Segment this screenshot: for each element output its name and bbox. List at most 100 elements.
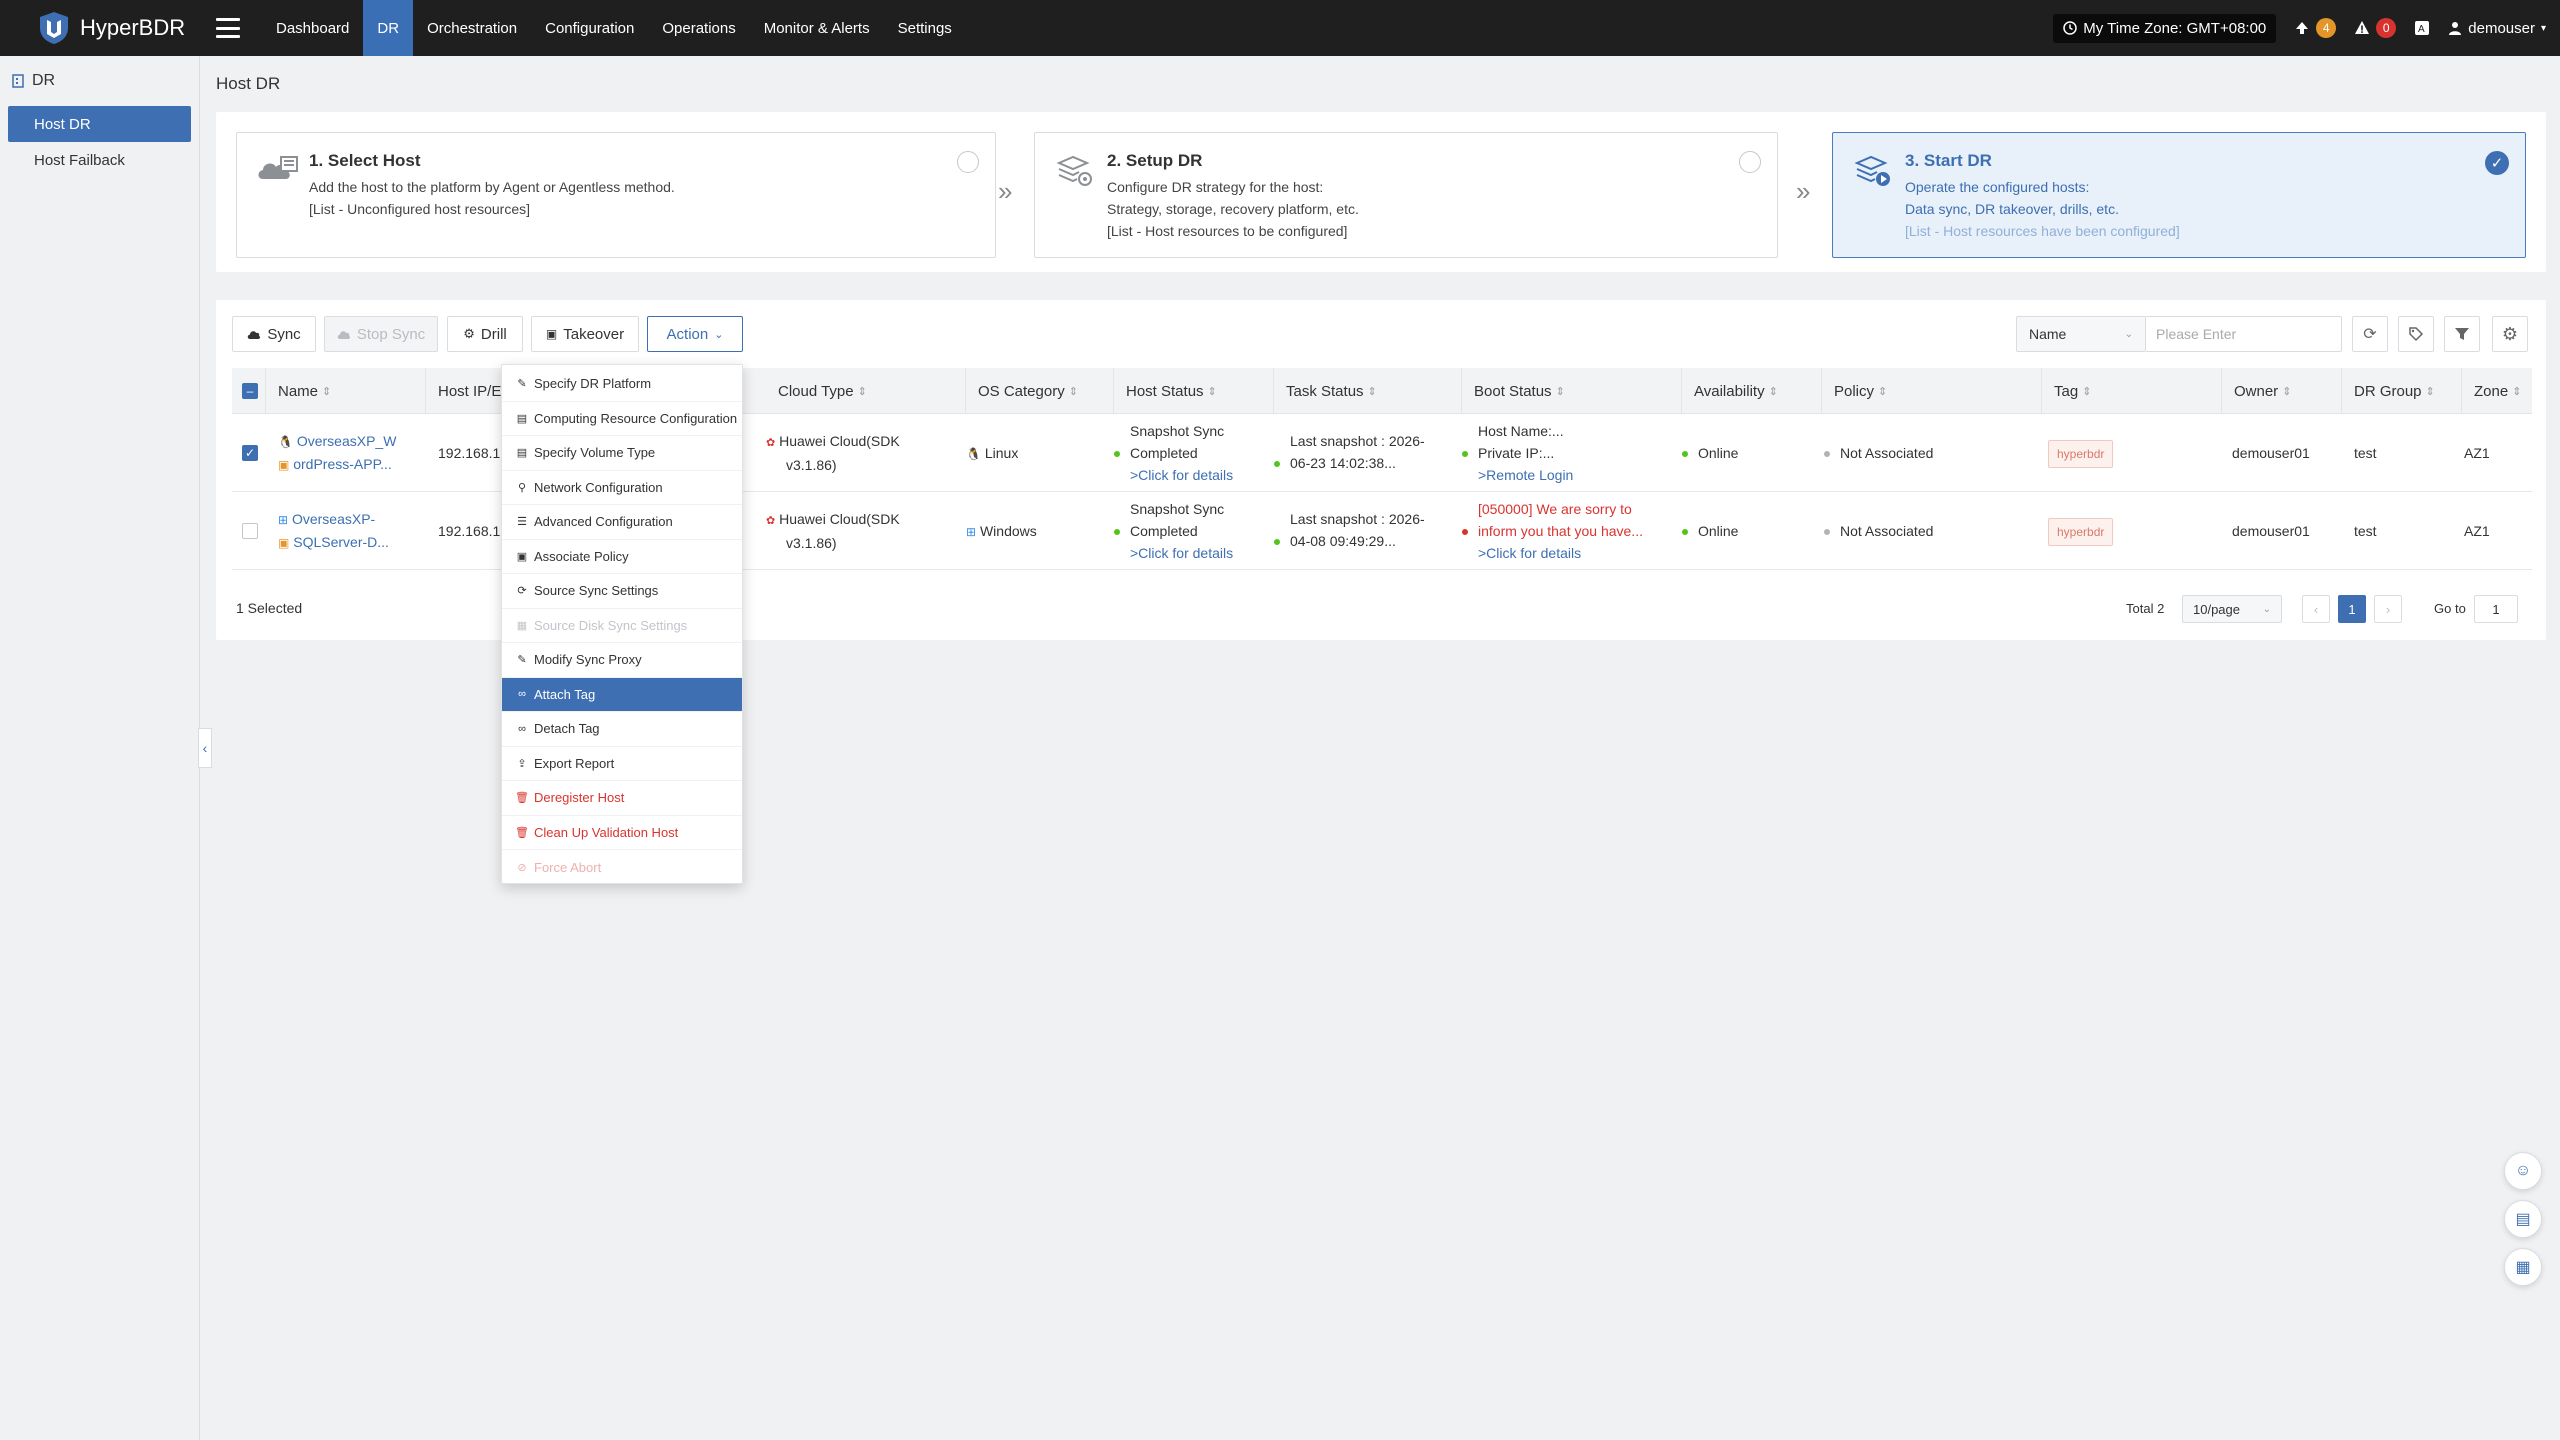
column-name[interactable]: Name ⇕ xyxy=(266,368,426,414)
app-logo[interactable]: HyperBDR xyxy=(36,10,192,46)
column-availability[interactable]: Availability ⇕ xyxy=(1682,368,1822,414)
menu-export-report[interactable]: ⇪ Export Report xyxy=(502,747,742,781)
host-name-link[interactable]: OverseasXP- xyxy=(292,511,375,527)
sync-button[interactable]: Sync xyxy=(232,316,316,352)
nav-monitor-alerts[interactable]: Monitor & Alerts xyxy=(750,0,884,56)
nav-settings[interactable]: Settings xyxy=(884,0,966,56)
timezone-display[interactable]: My Time Zone: GMT+08:00 xyxy=(2053,13,2277,43)
step-2-line-1: Configure DR strategy for the host: xyxy=(1107,179,1324,195)
column-tag[interactable]: Tag ⇕ xyxy=(2042,368,2222,414)
cloud-type-cell: ✿ Huawei Cloud(SDK v3.1.86) xyxy=(766,430,900,476)
drill-button[interactable]: ⚙ Drill xyxy=(447,316,523,352)
menu-item-label: Source Disk Sync Settings xyxy=(534,617,688,633)
refresh-button[interactable]: ⟳ xyxy=(2352,316,2388,352)
drill-icon: ⚙ xyxy=(463,326,475,341)
select-all-checkbox[interactable]: – xyxy=(242,383,258,399)
step-2-radio[interactable] xyxy=(1739,151,1761,173)
next-page-button[interactable]: › xyxy=(2374,595,2402,623)
docs-button[interactable]: ▤ xyxy=(2504,1200,2542,1238)
page-size-select[interactable]: 10/page ⌄ xyxy=(2182,595,2282,623)
host-status-details-link[interactable]: >Click for details xyxy=(1114,542,1233,564)
host-name-link[interactable]: OverseasXP_W xyxy=(297,433,397,449)
building-icon xyxy=(12,74,24,88)
menu-attach-tag[interactable]: ∞ Attach Tag xyxy=(502,677,742,712)
step-1-radio[interactable] xyxy=(957,151,979,173)
remote-login-link[interactable]: >Remote Login xyxy=(1462,464,1573,486)
menu-detach-tag[interactable]: ∞ Detach Tag xyxy=(502,712,742,747)
play-stack-icon xyxy=(1854,155,1890,186)
menu-advanced-configuration[interactable]: ☰ Advanced Configuration xyxy=(502,505,742,540)
step-start-dr[interactable]: 3. Start DR Operate the configured hosts… xyxy=(1832,132,2526,258)
column-host-status[interactable]: Host Status ⇕ xyxy=(1114,368,1274,414)
nav-dr[interactable]: DR xyxy=(363,0,414,56)
language-switch[interactable]: A xyxy=(2414,20,2430,36)
host-name-cell[interactable]: 🐧 OverseasXP_W ▣ ordPress-APP... xyxy=(278,430,396,476)
prev-page-button[interactable]: ‹ xyxy=(2302,595,2330,623)
column-dr-group[interactable]: DR Group ⇕ xyxy=(2342,368,2462,414)
menu-computing-resource-configuration[interactable]: ▤ Computing Resource Configuration xyxy=(502,402,742,436)
warning-icon xyxy=(2355,21,2370,34)
column-cloud-type[interactable]: Cloud Type ⇕ xyxy=(766,368,966,414)
table-settings-button[interactable]: ⚙ xyxy=(2492,316,2528,352)
settings-stack-icon xyxy=(1056,155,1092,186)
menu-associate-policy[interactable]: ▣ Associate Policy xyxy=(502,540,742,574)
action-dropdown-button[interactable]: Action ⌄ xyxy=(647,316,743,352)
user-menu[interactable]: demouser ▾ xyxy=(2448,20,2546,37)
stop-sync-button[interactable]: Stop Sync xyxy=(324,316,438,352)
sort-icon: ⇕ xyxy=(1068,385,1078,398)
sidebar-item-host-dr[interactable]: Host DR xyxy=(8,106,191,142)
goto-page-input[interactable]: 1 xyxy=(2474,595,2518,623)
host-name-link-continued[interactable]: SQLServer-D... xyxy=(293,534,389,550)
column-policy-label: Policy xyxy=(1834,382,1875,400)
host-name-cell[interactable]: ⊞ OverseasXP- ▣ SQLServer-D... xyxy=(278,508,389,554)
boot-details-link[interactable]: >Click for details xyxy=(1462,542,1643,564)
menu-network-configuration[interactable]: ⚲ Network Configuration xyxy=(502,471,742,505)
column-task-status[interactable]: Task Status ⇕ xyxy=(1274,368,1462,414)
menu-specify-dr-platform[interactable]: ✎ Specify DR Platform xyxy=(502,367,742,402)
menu-specify-volume-type[interactable]: ▤ Specify Volume Type xyxy=(502,436,742,471)
row-checkbox[interactable] xyxy=(242,523,258,539)
column-boot-status[interactable]: Boot Status ⇕ xyxy=(1462,368,1682,414)
hamburger-menu-icon[interactable] xyxy=(216,18,240,38)
clock-icon xyxy=(2063,21,2078,35)
column-zone[interactable]: Zone ⇕ xyxy=(2462,368,2532,414)
nav-configuration[interactable]: Configuration xyxy=(531,0,648,56)
menu-source-disk-sync-settings[interactable]: ▦ Source Disk Sync Settings xyxy=(502,609,742,643)
search-field-select[interactable]: Name ⌄ xyxy=(2016,316,2146,352)
search-input[interactable]: Please Enter xyxy=(2146,316,2342,352)
tag-filter-button[interactable] xyxy=(2398,316,2434,352)
row-checkbox[interactable]: ✓ xyxy=(242,445,258,461)
column-owner[interactable]: Owner ⇕ xyxy=(2222,368,2342,414)
column-os-category[interactable]: OS Category ⇕ xyxy=(966,368,1114,414)
nav-dashboard[interactable]: Dashboard xyxy=(262,0,363,56)
menu-force-abort[interactable]: ⊘ Force Abort xyxy=(502,850,742,885)
upload-tasks[interactable]: 4 xyxy=(2294,18,2337,38)
nav-orchestration[interactable]: Orchestration xyxy=(413,0,531,56)
sort-icon: ⇕ xyxy=(1768,385,1778,398)
sidebar-collapse-toggle[interactable]: ‹ xyxy=(198,728,212,768)
chevron-down-icon: ▾ xyxy=(2540,22,2546,34)
host-status-details-link[interactable]: >Click for details xyxy=(1114,464,1233,486)
menu-clean-up-validation-host[interactable]: 🗑 Clean Up Validation Host xyxy=(502,816,742,850)
step-select-host[interactable]: 1. Select Host Add the host to the platf… xyxy=(236,132,996,258)
nav-operations[interactable]: Operations xyxy=(648,0,749,56)
sidebar-item-host-failback[interactable]: Host Failback xyxy=(8,142,191,178)
header-select-all[interactable]: – xyxy=(232,368,266,414)
takeover-button[interactable]: ▣ Takeover xyxy=(531,316,639,352)
menu-deregister-host[interactable]: 🗑 Deregister Host xyxy=(502,781,742,816)
help-chat-button[interactable]: ☺ xyxy=(2504,1152,2542,1190)
filter-button[interactable] xyxy=(2444,316,2480,352)
menu-item-label: Deregister Host xyxy=(534,790,625,806)
column-policy[interactable]: Policy ⇕ xyxy=(1822,368,2042,414)
alerts[interactable]: 0 xyxy=(2354,18,2397,38)
page-1-button[interactable]: 1 xyxy=(2338,595,2366,623)
host-name-link-continued[interactable]: ordPress-APP... xyxy=(293,456,392,472)
clipboard-button[interactable]: ▦ xyxy=(2504,1248,2542,1286)
chevron-down-icon: ⌄ xyxy=(714,328,724,341)
chat-icon: ☺ xyxy=(2514,1162,2532,1179)
menu-source-sync-settings[interactable]: ⟳ Source Sync Settings xyxy=(502,574,742,609)
column-host-ip[interactable]: Host IP/ESXi xyxy=(426,368,506,414)
menu-modify-sync-proxy[interactable]: ✎ Modify Sync Proxy xyxy=(502,643,742,678)
workflow-steps: 1. Select Host Add the host to the platf… xyxy=(216,112,2546,272)
step-setup-dr[interactable]: 2. Setup DR Configure DR strategy for th… xyxy=(1034,132,1778,258)
